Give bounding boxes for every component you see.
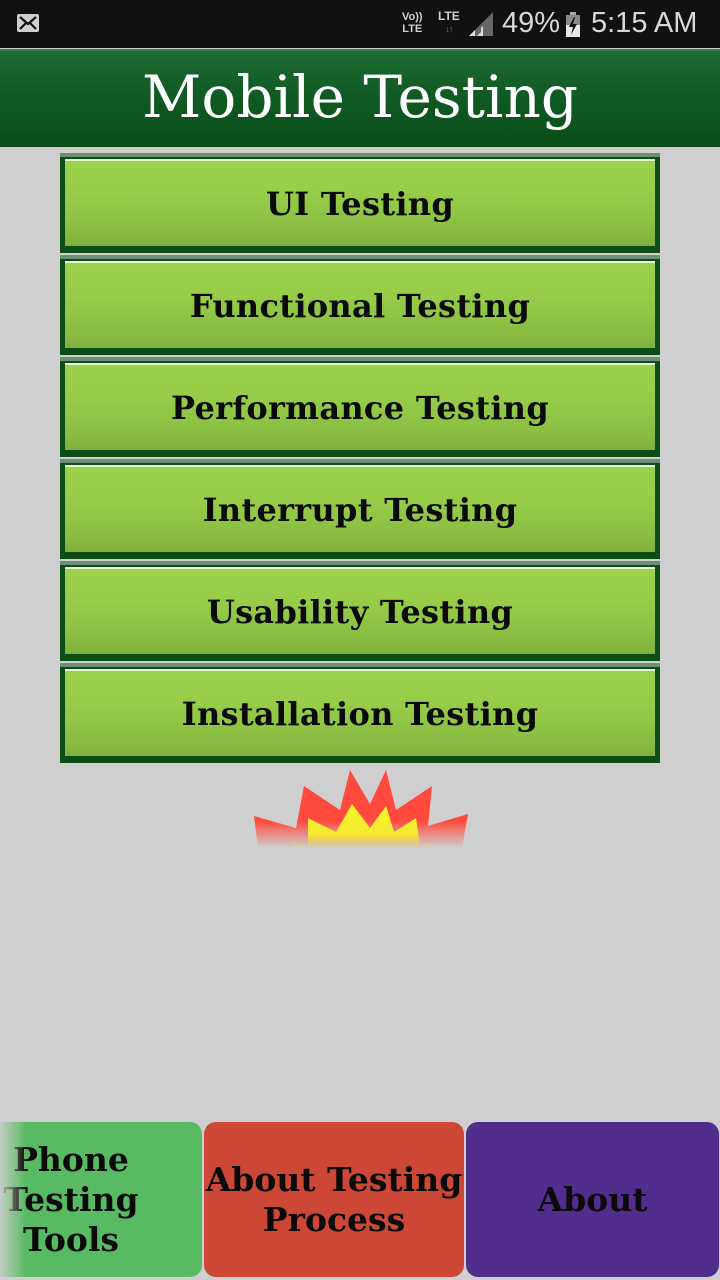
about-button[interactable]: About bbox=[466, 1122, 719, 1277]
network-label: LTE bbox=[438, 9, 460, 23]
interrupt-testing-button[interactable]: Interrupt Testing bbox=[60, 459, 660, 559]
button-label: About bbox=[537, 1179, 648, 1219]
button-label: Usability Testing bbox=[206, 592, 514, 631]
scroll-fade-edge bbox=[0, 1122, 26, 1277]
data-activity-icon: ↓↑ bbox=[445, 24, 453, 34]
clock: 5:15 AM bbox=[591, 7, 698, 39]
button-label: Performance Testing bbox=[170, 388, 550, 427]
bottom-navigation: Phone Testing Tools About Testing Proces… bbox=[0, 1122, 720, 1277]
page-title: Mobile Testing bbox=[142, 63, 578, 131]
performance-testing-button[interactable]: Performance Testing bbox=[60, 357, 660, 457]
volte-label-top: Vo)) bbox=[402, 11, 423, 23]
starburst-icon bbox=[254, 770, 468, 848]
battery-charging-icon bbox=[566, 12, 580, 37]
button-label: Phone Testing Tools bbox=[3, 1139, 139, 1259]
installation-testing-button[interactable]: Installation Testing bbox=[60, 663, 660, 763]
status-bar: Vo)) LTE LTE ↓↑ 49% 5:15 AM bbox=[0, 0, 720, 48]
title-bar: Mobile Testing bbox=[0, 49, 720, 147]
functional-testing-button[interactable]: Functional Testing bbox=[60, 255, 660, 355]
ui-testing-button[interactable]: UI Testing bbox=[60, 153, 660, 253]
signal-icon bbox=[469, 12, 493, 36]
button-label: Interrupt Testing bbox=[202, 490, 518, 529]
lte-indicator: LTE ↓↑ bbox=[438, 10, 460, 36]
phone-testing-tools-button[interactable]: Phone Testing Tools bbox=[0, 1122, 202, 1277]
usability-testing-button[interactable]: Usability Testing bbox=[60, 561, 660, 661]
volte-label-bottom: LTE bbox=[402, 23, 423, 35]
button-label: UI Testing bbox=[265, 184, 455, 223]
battery-percent: 49% bbox=[502, 7, 561, 39]
button-label: Installation Testing bbox=[181, 694, 539, 733]
button-label: Functional Testing bbox=[189, 286, 531, 325]
testing-menu: UI Testing Functional Testing Performanc… bbox=[60, 153, 660, 765]
button-label: About Testing Process bbox=[205, 1159, 463, 1239]
mail-icon bbox=[17, 14, 39, 32]
about-testing-process-button[interactable]: About Testing Process bbox=[204, 1122, 464, 1277]
volte-indicator: Vo)) LTE bbox=[402, 11, 423, 35]
